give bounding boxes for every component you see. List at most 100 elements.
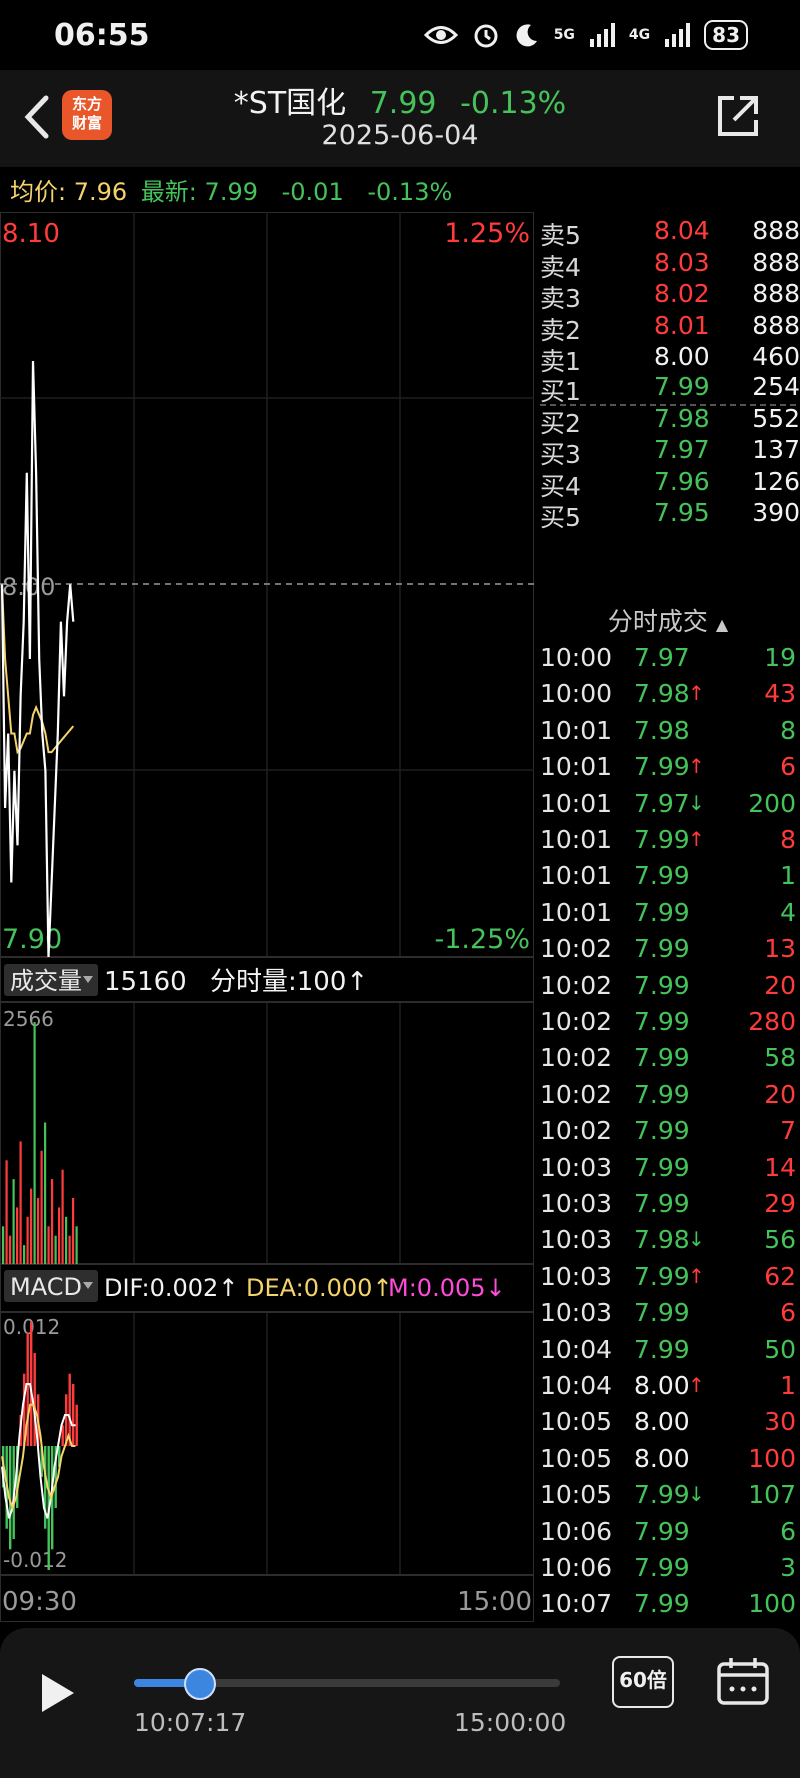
trade-volume: 30 <box>764 1407 796 1437</box>
trade-time: 10:04 <box>540 1371 613 1400</box>
calendar-icon[interactable] <box>716 1656 770 1706</box>
svg-text:成交量: 成交量 <box>10 967 82 995</box>
volume-bar <box>30 1188 33 1264</box>
speed-button[interactable]: 60倍 <box>612 1656 674 1708</box>
price-info-line: 均价: 7.96 最新: 7.99 -0.01 -0.13% <box>10 172 452 207</box>
volume-bar <box>47 1226 50 1264</box>
trade-volume: 50 <box>764 1334 796 1364</box>
trade-price: 7.97 <box>634 788 690 818</box>
bid-label: 买5 <box>540 503 581 532</box>
signal-icon <box>589 23 615 47</box>
trade-time: 10:03 <box>540 1152 613 1182</box>
trade-price: 7.99 <box>634 934 690 964</box>
trade-price: 7.98 <box>634 679 690 709</box>
trade-row: 10:06 7.99 3 <box>536 1553 800 1589</box>
trade-time: 10:03 <box>540 1189 613 1218</box>
trade-volume: 280 <box>748 1007 796 1036</box>
trade-price: 7.99 <box>634 1589 690 1619</box>
high-pct-label: 1.25% <box>444 218 530 249</box>
bid-price: 7.97 <box>654 435 710 464</box>
trade-volume: 43 <box>764 679 796 709</box>
trade-row: 10:03 7.99 29 <box>536 1189 800 1225</box>
bid-row[interactable]: 买1 7.99 254 <box>536 372 800 407</box>
trade-time: 10:02 <box>540 1007 613 1036</box>
trade-volume: 56 <box>764 1225 796 1255</box>
ask-volume: 460 <box>752 342 800 371</box>
bid-volume: 390 <box>752 498 800 527</box>
bid-row[interactable]: 买5 7.95 390 <box>536 498 800 533</box>
trade-time: 10:00 <box>540 679 613 709</box>
trade-time: 10:06 <box>540 1516 613 1546</box>
trade-direction-icon: ↓ <box>688 790 705 815</box>
trade-row: 10:06 7.99 6 <box>536 1517 800 1553</box>
trade-row: 10:03 7.98 ↓ 56 <box>536 1225 800 1261</box>
trade-price: 7.99 <box>634 861 690 891</box>
bid-row[interactable]: 买3 7.97 137 <box>536 435 800 470</box>
trade-row: 10:07 7.99 100 <box>536 1589 800 1625</box>
time-axis-start: 09:30 <box>2 1587 77 1617</box>
playback-slider-thumb[interactable] <box>184 1668 216 1700</box>
trade-row: 10:02 7.99 280 <box>536 1007 800 1043</box>
volume-bar <box>75 1226 78 1264</box>
bid-row[interactable]: 买2 7.98 552 <box>536 404 800 439</box>
trades-header[interactable]: 分时成交 ▲ <box>536 602 800 638</box>
volume-max-label: 2566 <box>3 1007 54 1031</box>
share-icon[interactable] <box>714 92 762 140</box>
trade-time: 10:01 <box>540 752 613 782</box>
trade-time: 10:01 <box>540 861 613 891</box>
ask-row[interactable]: 卖3 8.02 888 <box>536 279 800 314</box>
stock-change-pct: -0.13% <box>460 86 567 121</box>
play-icon[interactable] <box>38 1670 78 1716</box>
bid-row[interactable]: 买4 7.96 126 <box>536 467 800 502</box>
playback-current-time: 10:07:17 <box>134 1708 247 1737</box>
stock-name: *ST国化 <box>233 86 347 121</box>
volume-bar <box>37 1198 40 1264</box>
trade-price: 7.99 <box>634 1043 690 1073</box>
volume-bar <box>16 1207 19 1264</box>
order-book-divider <box>540 404 796 406</box>
trade-time: 10:05 <box>540 1480 613 1510</box>
macd-selector[interactable]: MACD <box>4 1270 98 1302</box>
trade-volume: 200 <box>748 788 796 818</box>
trade-price: 7.99 <box>634 1152 690 1182</box>
volume-bars <box>2 1022 78 1264</box>
trade-volume: 58 <box>764 1043 796 1073</box>
volume-bar <box>23 1245 26 1264</box>
trade-row: 10:01 7.99 ↑ 8 <box>536 825 800 861</box>
playback-end-time: 15:00:00 <box>454 1708 567 1737</box>
volume-bar <box>5 1160 8 1264</box>
ask-row[interactable]: 卖4 8.03 888 <box>536 248 800 283</box>
volume-bar <box>26 1216 29 1264</box>
ask-row[interactable]: 卖2 8.01 888 <box>536 311 800 346</box>
ask-row[interactable]: 卖5 8.04 888 <box>536 216 800 251</box>
ask-price: 8.03 <box>654 247 710 277</box>
stock-price: 7.99 <box>369 86 437 121</box>
trade-row: 10:02 7.99 13 <box>536 934 800 970</box>
trade-row: 10:03 7.99 14 <box>536 1153 800 1189</box>
volume-total: 15160 <box>104 967 187 997</box>
trade-price: 7.97 <box>634 643 690 672</box>
low-price-label: 7.90 <box>2 924 62 955</box>
moon-icon <box>516 24 537 47</box>
playback-bar: 10:07:17 15:00:00 60倍 <box>0 1628 800 1778</box>
trade-row: 10:05 8.00 100 <box>536 1444 800 1480</box>
trade-row: 10:01 7.99 4 <box>536 898 800 934</box>
trade-time: 10:05 <box>540 1443 613 1473</box>
latest-value: 7.99 <box>204 178 258 206</box>
trade-volume: 1 <box>780 1371 796 1400</box>
macd-bars <box>2 1322 78 1570</box>
bid-price: 7.96 <box>654 466 710 496</box>
volume-selector[interactable]: 成交量 <box>4 964 98 996</box>
battery-icon: 83 <box>704 20 748 50</box>
macd-bar <box>72 1384 75 1446</box>
intraday-chart[interactable]: 8.10 1.25% 8.00 7.90 -1.25% 成交量 15160 分时… <box>0 212 534 1622</box>
trade-volume: 3 <box>780 1553 796 1582</box>
trade-row: 10:03 7.99 6 <box>536 1298 800 1334</box>
volume-bar <box>61 1169 64 1264</box>
trade-time: 10:07 <box>540 1589 613 1619</box>
trade-time: 10:04 <box>540 1334 613 1364</box>
trade-time: 10:00 <box>540 643 613 672</box>
trade-volume: 19 <box>764 643 796 672</box>
volume-bar <box>12 1179 15 1264</box>
trade-time: 10:06 <box>540 1553 613 1582</box>
